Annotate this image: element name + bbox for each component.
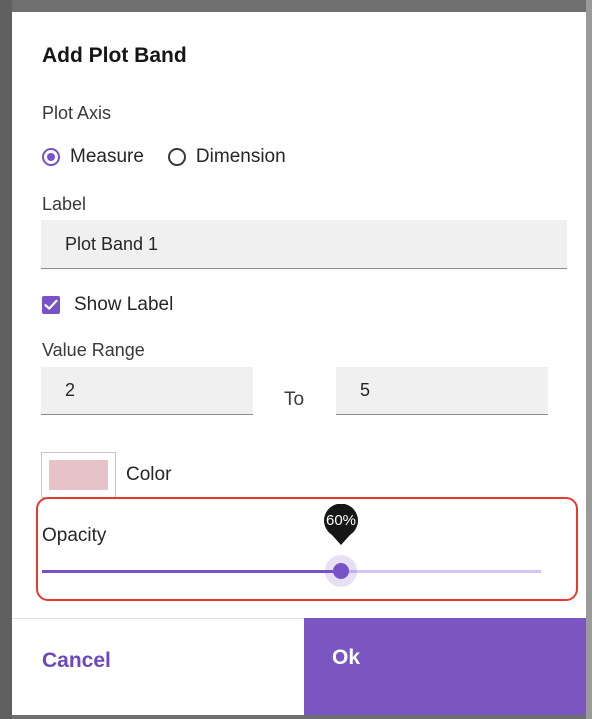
radio-checked-icon[interactable] [42,148,60,166]
range-to-input[interactable] [336,367,548,415]
ok-button-label: Ok [332,646,361,669]
slider-thumb[interactable] [333,563,349,579]
ok-button[interactable]: Ok [304,618,586,715]
opacity-tooltip-text: 60% [325,512,357,529]
color-swatch [49,460,108,490]
annotation-highlight-box [36,497,578,601]
dialog-footer: Cancel Ok [12,618,586,715]
value-range-label: Value Range [42,340,145,360]
opacity-slider-handle[interactable] [325,555,357,587]
show-label-checkbox-row[interactable]: Show Label [42,294,173,316]
opacity-slider-fill [42,570,341,573]
plot-axis-label: Plot Axis [42,103,112,123]
radio-dimension-label: Dimension [195,146,286,167]
opacity-label: Opacity [42,525,107,546]
color-label: Color [126,464,172,485]
dialog-title: Add Plot Band [42,44,187,67]
plot-axis-radio-group: Measure Dimension [42,146,310,168]
opacity-slider[interactable]: 60% [42,504,541,587]
radio-measure-label: Measure [70,146,144,167]
radio-measure[interactable]: Measure [42,146,144,168]
cancel-button[interactable]: Cancel [12,618,304,715]
range-from-input[interactable] [41,367,253,415]
label-input[interactable] [41,220,567,269]
range-to-label: To [284,389,305,410]
cancel-button-label: Cancel [42,649,111,672]
color-picker-button[interactable] [41,452,116,498]
checkbox-checked-icon[interactable] [42,296,60,314]
radio-dimension[interactable]: Dimension [167,146,286,168]
backdrop-edge [586,0,592,719]
backdrop [0,0,12,719]
show-label-text: Show Label [74,294,174,315]
label-field-label: Label [42,194,87,214]
add-plot-band-dialog: Add Plot Band Plot Axis Measure Dimensio… [12,12,586,715]
opacity-tooltip: 60% [318,504,364,546]
radio-unchecked-icon[interactable] [167,148,186,166]
